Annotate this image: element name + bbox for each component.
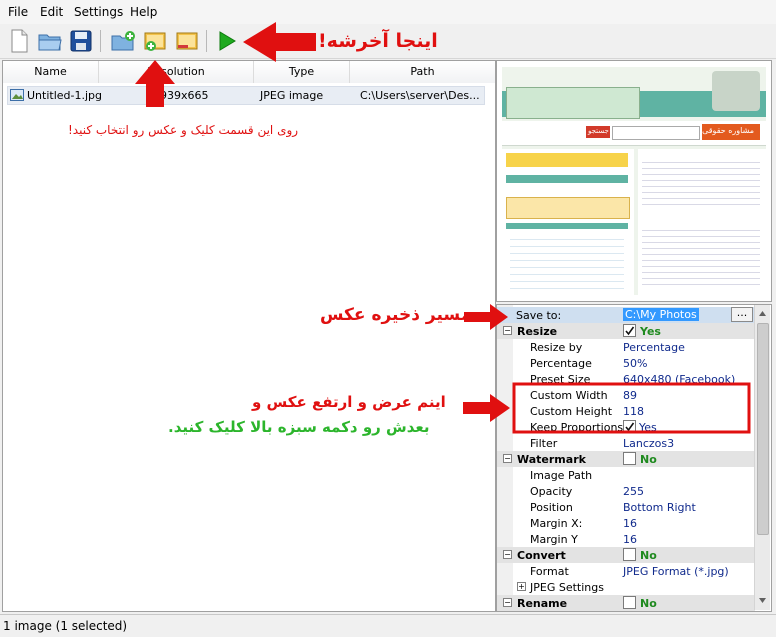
annotation-finish: اینجا آخرشه! xyxy=(318,30,438,52)
arrow-to-add-image-icon xyxy=(135,60,175,107)
arrow-to-size-icon xyxy=(463,394,510,422)
annotation-size-line2: بعدش رو دکمه سبزه بالا کلیک کنید. xyxy=(168,418,430,436)
arrow-to-play-icon xyxy=(243,22,316,62)
annotation-select-here: روی این قسمت کلیک و عکس رو انتخاب کنید! xyxy=(68,123,299,137)
annotation-size-line1: اینم عرض و ارتفع عکس و xyxy=(252,393,446,411)
annotation-save-path: مسیر ذخیره عکس xyxy=(320,305,472,325)
highlight-box xyxy=(512,382,751,434)
